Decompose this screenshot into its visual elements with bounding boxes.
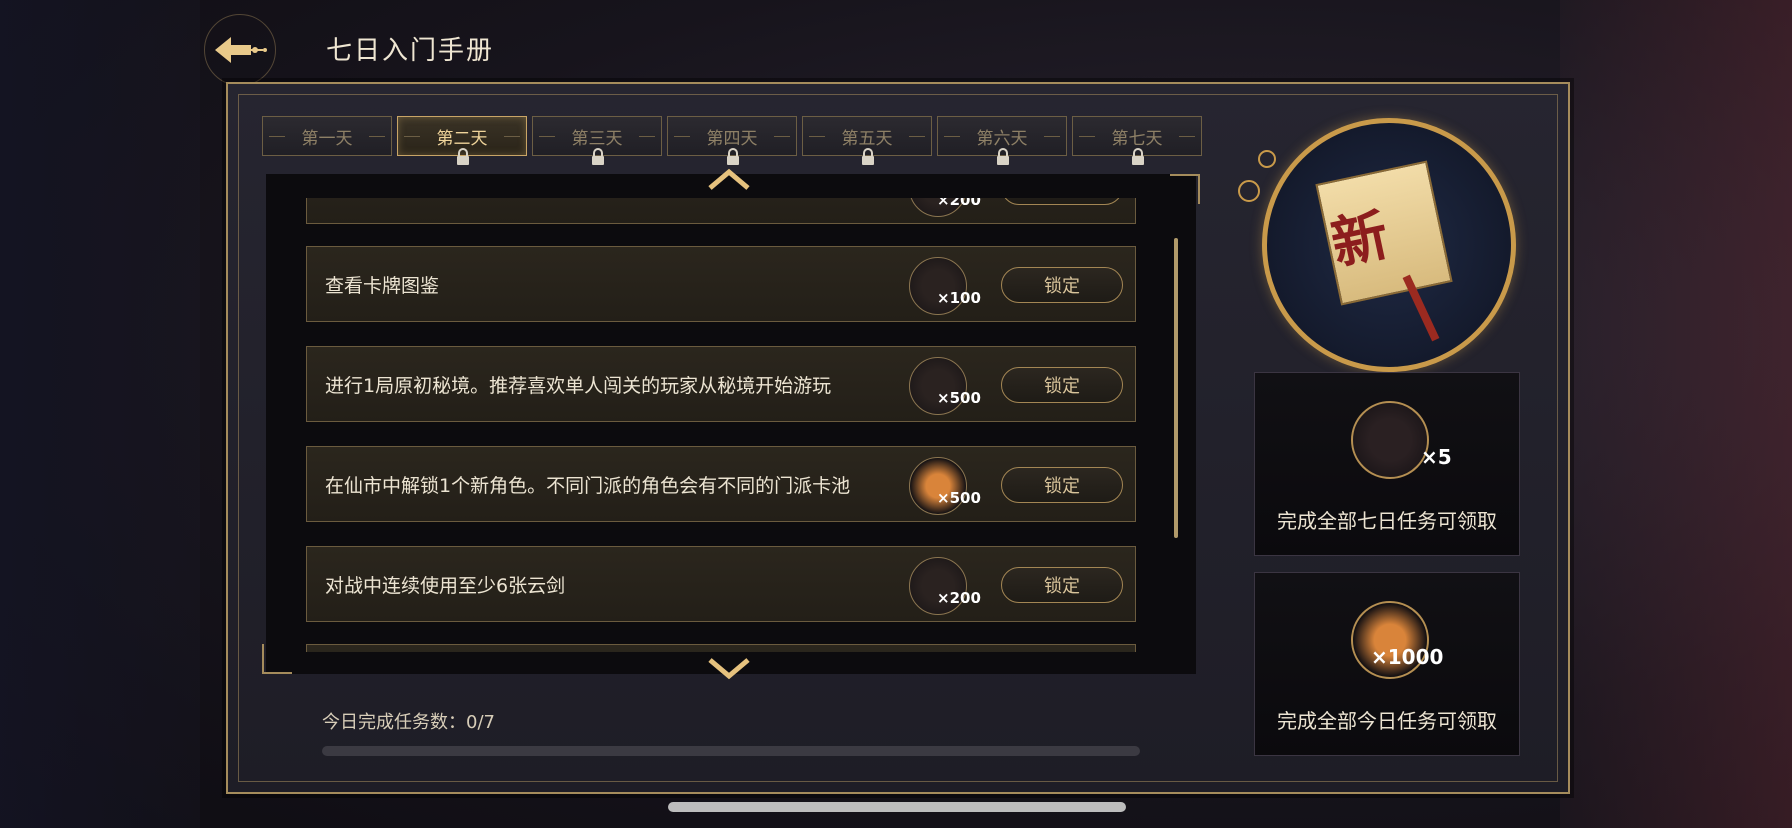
lock-icon: [592, 148, 604, 165]
back-arrow-icon: [215, 37, 267, 63]
task-row: 查看卡牌图鉴 ×100 锁定: [306, 246, 1136, 322]
reward-caption: 完成全部七日任务可领取: [1277, 509, 1497, 533]
task-description: 在仙市中解锁1个新角色。不同门派的角色会有不同的门派卡池: [325, 474, 851, 497]
home-indicator[interactable]: [668, 802, 1126, 812]
daily-reward-box[interactable]: ×1000 完成全部今日任务可领取: [1254, 572, 1520, 756]
tab-day-3[interactable]: 第三天: [532, 116, 662, 165]
task-list[interactable]: ×200 锁定 查看卡牌图鉴 ×100 锁定 进行1局原初秘境。推荐喜欢单人闯关…: [262, 168, 1200, 680]
reward-quantity: ×1000: [1371, 645, 1444, 669]
tab-day-2[interactable]: 第二天: [397, 116, 527, 165]
tab-day-4[interactable]: 第四天: [667, 116, 797, 165]
treasure-chest-icon: [1351, 401, 1429, 479]
task-description: 对战中连续使用至少6张云剑: [325, 574, 566, 597]
background-curtain-right: [1560, 0, 1792, 828]
page-title: 七日入门手册: [326, 36, 495, 66]
lock-icon: [1132, 148, 1144, 165]
task-description: 查看卡牌图鉴: [325, 274, 440, 297]
task-row: ×200 锁定: [306, 198, 1136, 224]
reward-quantity: ×100: [937, 289, 981, 307]
scroll-down-chevron-icon[interactable]: [706, 658, 752, 680]
task-row: 在仙市中解锁1个新角色。不同门派的角色会有不同的门派卡池 ×500 锁定: [306, 446, 1136, 522]
seven-day-reward-box[interactable]: ×5 完成全部七日任务可领取: [1254, 372, 1520, 556]
daily-progress-label: 今日完成任务数：0/7: [322, 712, 495, 733]
back-button[interactable]: [204, 14, 276, 86]
lock-button[interactable]: 锁定: [1001, 567, 1123, 603]
task-row: 对战中连续使用至少6张云剑 ×200 锁定: [306, 546, 1136, 622]
lock-button[interactable]: 锁定: [1001, 467, 1123, 503]
newbie-manual-emblem: 新: [1262, 118, 1516, 372]
scroll-up-chevron-icon[interactable]: [706, 168, 752, 190]
reward-quantity: ×500: [937, 389, 981, 407]
daily-progress-bar: [322, 746, 1140, 756]
day-tabs: 第一天 第二天 第三天 第四天 第五天 第六天 第七天: [262, 116, 1202, 165]
lock-button[interactable]: 锁定: [1001, 367, 1123, 403]
lock-icon: [727, 148, 739, 165]
lock-icon: [457, 148, 469, 165]
task-list-scrollbar[interactable]: [1174, 238, 1178, 538]
decorative-ring: [1258, 150, 1276, 168]
task-row: [306, 644, 1136, 652]
lock-button[interactable]: 锁定: [1001, 267, 1123, 303]
background-shadow-left: [0, 0, 200, 828]
lock-icon: [862, 148, 874, 165]
reward-quantity: ×5: [1421, 445, 1452, 469]
task-description: 进行1局原初秘境。推荐喜欢单人闯关的玩家从秘境开始游玩: [325, 374, 832, 397]
lock-icon: [997, 148, 1009, 165]
task-list-viewport: ×200 锁定 查看卡牌图鉴 ×100 锁定 进行1局原初秘境。推荐喜欢单人闯关…: [266, 198, 1196, 652]
reward-quantity: ×200: [937, 589, 981, 607]
tab-day-7[interactable]: 第七天: [1072, 116, 1202, 165]
tab-day-6[interactable]: 第六天: [937, 116, 1067, 165]
reward-caption: 完成全部今日任务可领取: [1277, 709, 1497, 733]
tab-day-1[interactable]: 第一天: [262, 116, 392, 156]
decorative-ring: [1238, 180, 1260, 202]
task-row: 进行1局原初秘境。推荐喜欢单人闯关的玩家从秘境开始游玩 ×500 锁定: [306, 346, 1136, 422]
tab-day-5[interactable]: 第五天: [802, 116, 932, 165]
lock-button[interactable]: 锁定: [1001, 198, 1123, 205]
reward-quantity: ×500: [937, 489, 981, 507]
